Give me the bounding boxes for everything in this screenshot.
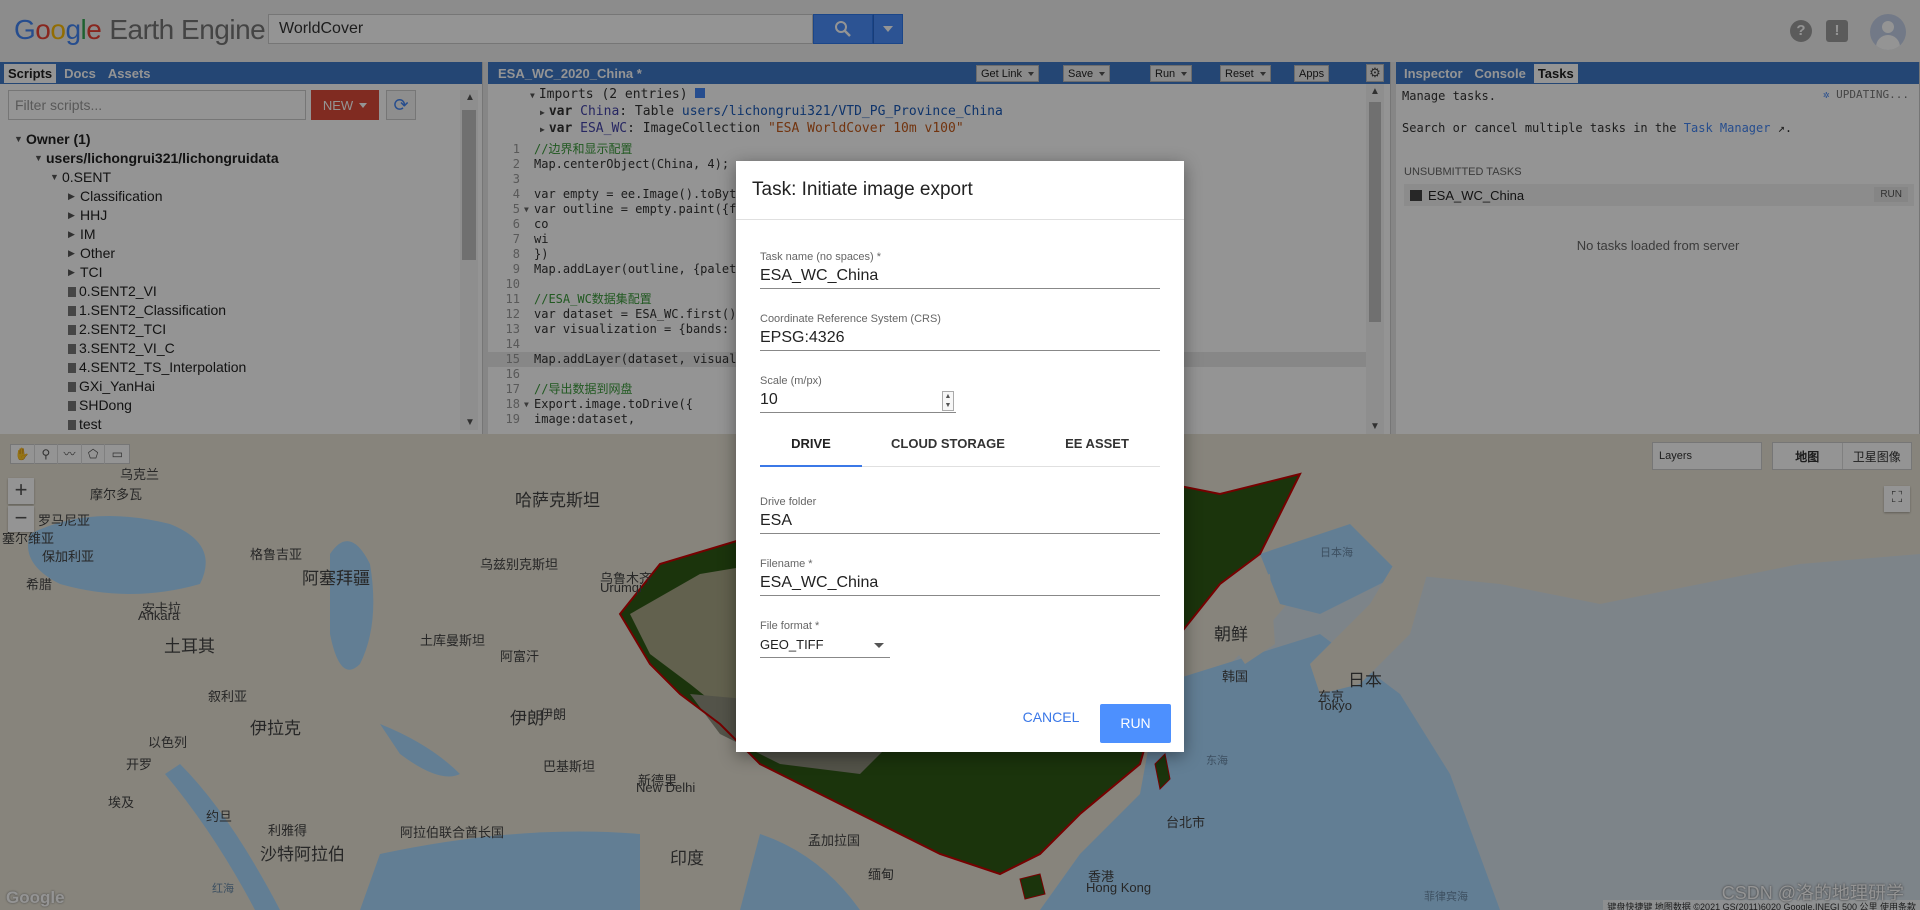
crs-input[interactable]: EPSG:4326 [760,327,1160,351]
file-format-label: File format * [760,620,820,632]
destination-tabs: DRIVE CLOUD STORAGE EE ASSET [760,427,1160,467]
cancel-button[interactable]: CANCEL [1022,705,1080,729]
filename-label: Filename * [760,558,813,570]
scale-field: Scale (m/px) 10 ▲ ▼ [760,375,956,413]
chevron-down-icon [874,643,884,648]
drive-folder-label: Drive folder [760,496,817,508]
run-button[interactable]: RUN [1100,704,1171,743]
file-format-value: GEO_TIFF [760,637,824,652]
export-dialog: Task: Initiate image export Task name (n… [736,161,1184,752]
scale-input[interactable]: 10 [760,389,956,413]
task-name-label: Task name (no spaces) * [760,251,882,263]
scale-stepper[interactable]: ▲ ▼ [942,391,954,411]
file-format-select[interactable]: GEO_TIFF [760,634,890,658]
tab-cloud-storage[interactable]: CLOUD STORAGE [862,427,1034,467]
dialog-title: Task: Initiate image export [752,179,973,200]
task-name-input[interactable]: ESA_WC_China [760,265,1160,289]
crs-field: Coordinate Reference System (CRS) EPSG:4… [760,313,1160,351]
filename-field: Filename * ESA_WC_China [760,558,1160,596]
crs-label: Coordinate Reference System (CRS) [760,313,941,325]
file-format-field: File format * GEO_TIFF [760,620,890,658]
drive-folder-field: Drive folder ESA [760,496,1160,534]
divider [736,219,1184,220]
tab-drive[interactable]: DRIVE [760,427,862,467]
drive-folder-input[interactable]: ESA [760,510,1160,534]
tab-ee-asset[interactable]: EE ASSET [1034,427,1160,467]
filename-input[interactable]: ESA_WC_China [760,572,1160,596]
scale-label: Scale (m/px) [760,375,822,387]
task-name-field: Task name (no spaces) * ESA_WC_China [760,251,1160,289]
